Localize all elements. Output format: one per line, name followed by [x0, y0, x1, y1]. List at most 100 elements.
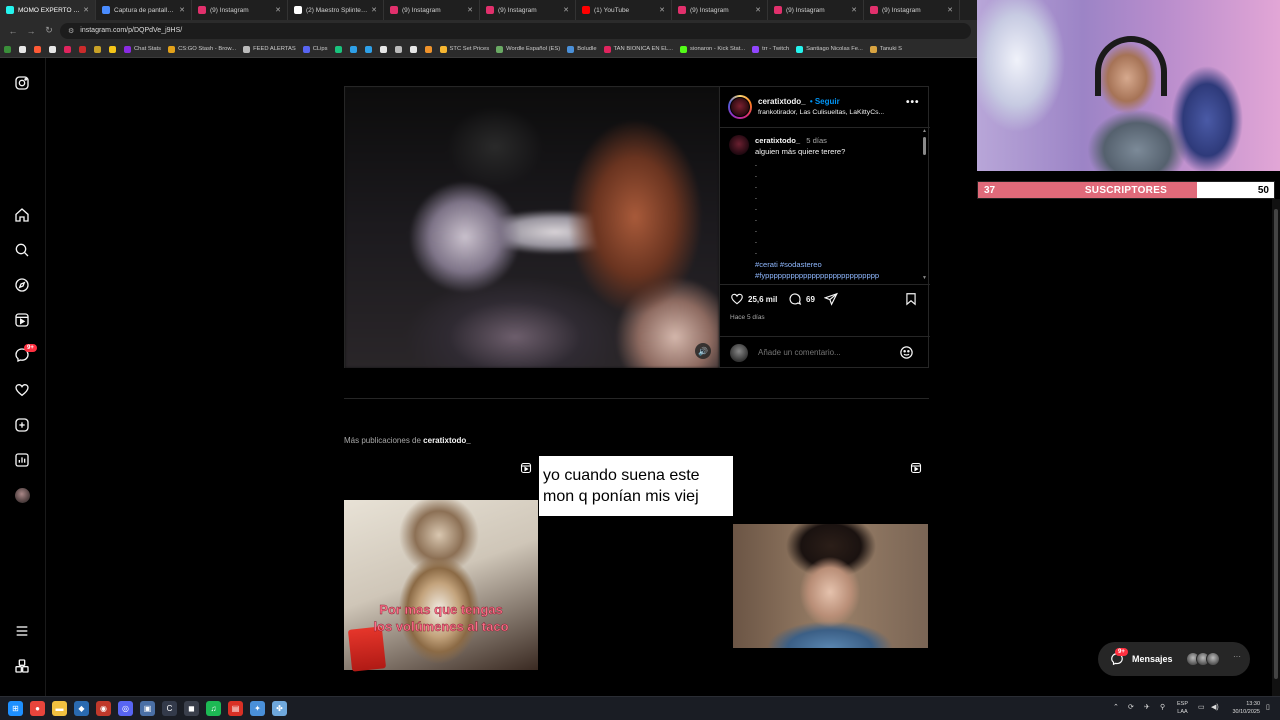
back-icon[interactable]: ← [6, 24, 20, 38]
bookmark-item[interactable] [64, 45, 74, 53]
bookmark-item[interactable]: CS:GO Stash - Brow... [168, 45, 236, 53]
tray-app-icon[interactable]: ⚲ [1160, 703, 1165, 711]
scroll-thumb[interactable] [923, 137, 926, 155]
scroll-up-icon[interactable]: ▲ [922, 128, 927, 134]
reload-icon[interactable]: ↻ [42, 24, 56, 38]
browser-tab[interactable]: (9) Instagram ✕ [768, 0, 864, 20]
bookmark-item[interactable] [364, 45, 375, 53]
scroll-down-icon[interactable]: ▼ [922, 275, 927, 281]
bookmark-item[interactable]: Tanuki S [869, 45, 902, 53]
bookmark-item[interactable]: Wordle Español (ES) [496, 45, 560, 53]
bookmark-item[interactable] [49, 45, 59, 53]
comment-action[interactable]: 69 [788, 292, 815, 306]
taskbar-app-icon[interactable]: ✦ [250, 701, 265, 716]
network-icon[interactable]: ▭ [1198, 703, 1205, 711]
reel-video[interactable]: 🔊 [345, 87, 719, 368]
hashtags-line-2[interactable]: #fyppppppppppppppppppppppppppp [755, 271, 879, 280]
audio-credit[interactable]: frankotirador, Las Culisueltas, LaKittyC… [758, 109, 898, 116]
browser-tab[interactable]: (9) Instagram ✕ [384, 0, 480, 20]
taskbar-app-icon[interactable]: ◼ [184, 701, 199, 716]
tab-close-icon[interactable]: ✕ [659, 6, 665, 14]
home-icon[interactable] [13, 206, 31, 224]
instagram-logo-icon[interactable] [13, 74, 31, 92]
taskbar-app-icon[interactable]: C [162, 701, 177, 716]
dashboard-icon[interactable] [13, 451, 31, 469]
tab-close-icon[interactable]: ✕ [755, 6, 761, 14]
bookmark-item[interactable] [349, 45, 360, 53]
explore-icon[interactable] [13, 276, 31, 294]
search-icon[interactable] [13, 241, 31, 259]
page-scroll-thumb[interactable] [1274, 209, 1278, 679]
taskbar-app-icon[interactable]: ♫ [206, 701, 221, 716]
tab-close-icon[interactable]: ✕ [947, 6, 953, 14]
volume-icon[interactable]: 🔊 [695, 343, 711, 359]
volume-tray-icon[interactable]: ◀) [1211, 703, 1219, 711]
bookmark-item[interactable] [34, 45, 44, 53]
like-action[interactable]: 25,6 mil [730, 292, 777, 306]
browser-tab[interactable]: MOMO EXPERTO EN O✕ [0, 0, 96, 20]
tab-close-icon[interactable]: ✕ [371, 6, 377, 14]
bookmark-item[interactable]: TAN BIONICA EN EL... [603, 45, 673, 53]
notifications-icon[interactable]: ▯ [1266, 703, 1270, 711]
taskbar-app-icon[interactable]: ● [30, 701, 45, 716]
bookmark-item[interactable] [379, 45, 390, 53]
taskbar-app-icon[interactable]: ◎ [118, 701, 133, 716]
browser-tab[interactable]: (9) Instagram ✕ [480, 0, 576, 20]
bookmark-item[interactable]: CLips [302, 45, 328, 53]
profile-avatar[interactable] [15, 488, 30, 503]
tab-close-icon[interactable]: ✕ [179, 6, 185, 14]
heart-icon[interactable] [13, 381, 31, 399]
tab-close-icon[interactable]: ✕ [83, 6, 89, 14]
browser-tab[interactable]: (2) Maestro Splinter e ✕ [288, 0, 384, 20]
author-avatar[interactable] [728, 95, 752, 119]
bookmark-item[interactable] [394, 45, 405, 53]
save-bookmark-icon[interactable] [904, 292, 922, 306]
caption-username[interactable]: ceratixtodo_ [755, 136, 800, 145]
follow-button[interactable]: • Seguir [810, 97, 840, 106]
site-info-icon[interactable]: ⚙ [68, 27, 74, 35]
browser-tab[interactable]: (9) Instagram ✕ [192, 0, 288, 20]
share-icon[interactable] [824, 292, 842, 306]
taskbar-app-icon[interactable]: ▣ [140, 701, 155, 716]
bookmark-item[interactable]: Boludle [567, 45, 597, 53]
bookmark-item[interactable] [409, 45, 420, 53]
emoji-icon[interactable] [899, 345, 914, 360]
tray-app-icon[interactable]: ✈ [1144, 703, 1150, 711]
taskbar-app-icon[interactable]: ◆ [74, 701, 89, 716]
tab-close-icon[interactable]: ✕ [467, 6, 473, 14]
bookmark-item[interactable] [19, 45, 29, 53]
taskbar-app-icon[interactable]: ✤ [272, 701, 287, 716]
bookmark-item[interactable] [424, 45, 435, 53]
bookmark-item[interactable]: Chat Stats [124, 45, 161, 53]
tab-close-icon[interactable]: ✕ [275, 6, 281, 14]
taskbar-app-icon[interactable]: ▬ [52, 701, 67, 716]
grid-post-cat[interactable]: Por mas que tengas los volúmenes al taco [344, 500, 538, 672]
browser-tab[interactable]: (1) YouTube ✕ [576, 0, 672, 20]
clock[interactable]: 13:30 30/10/2025 [1226, 700, 1260, 716]
bookmark-item[interactable]: FEED ALERTAS [243, 45, 296, 53]
tab-close-icon[interactable]: ✕ [851, 6, 857, 14]
bookmark-item[interactable]: trr - Twitch [752, 45, 789, 53]
more-options-icon[interactable]: ••• [906, 97, 920, 108]
create-icon[interactable] [13, 416, 31, 434]
tray-app-icon[interactable]: ⟳ [1128, 703, 1134, 711]
more-posts-username[interactable]: ceratixtodo_ [423, 436, 471, 445]
comment-input[interactable] [758, 348, 888, 357]
language-indicator[interactable]: ESP LAA [1177, 700, 1188, 716]
author-username[interactable]: ceratixtodo_ [758, 97, 806, 106]
hashtags-line-1[interactable]: #cerati #sodastereo [755, 260, 822, 269]
grid-post-selfie[interactable] [733, 524, 928, 648]
taskbar-app-icon[interactable]: ▤ [228, 701, 243, 716]
address-bar[interactable]: ⚙ instagram.com/p/DQPdVe_j9HS/ [60, 22, 971, 39]
tab-close-icon[interactable]: ✕ [563, 6, 569, 14]
bookmark-item[interactable]: STC Set Prices [439, 45, 489, 53]
bookmark-item[interactable] [109, 45, 119, 53]
taskbar-app-icon[interactable]: ◉ [96, 701, 111, 716]
also-from-meta-icon[interactable] [13, 657, 31, 675]
grid-post-meme[interactable]: yo cuando suena este mon q ponían mis vi… [539, 456, 733, 516]
bookmark-item[interactable]: sionaron - Kick Stat... [680, 45, 745, 53]
tray-chevron-icon[interactable]: ⌃ [1113, 703, 1119, 711]
page-scrollbar[interactable] [1272, 199, 1280, 696]
forward-icon[interactable]: → [24, 24, 38, 38]
bookmark-item[interactable] [334, 45, 345, 53]
